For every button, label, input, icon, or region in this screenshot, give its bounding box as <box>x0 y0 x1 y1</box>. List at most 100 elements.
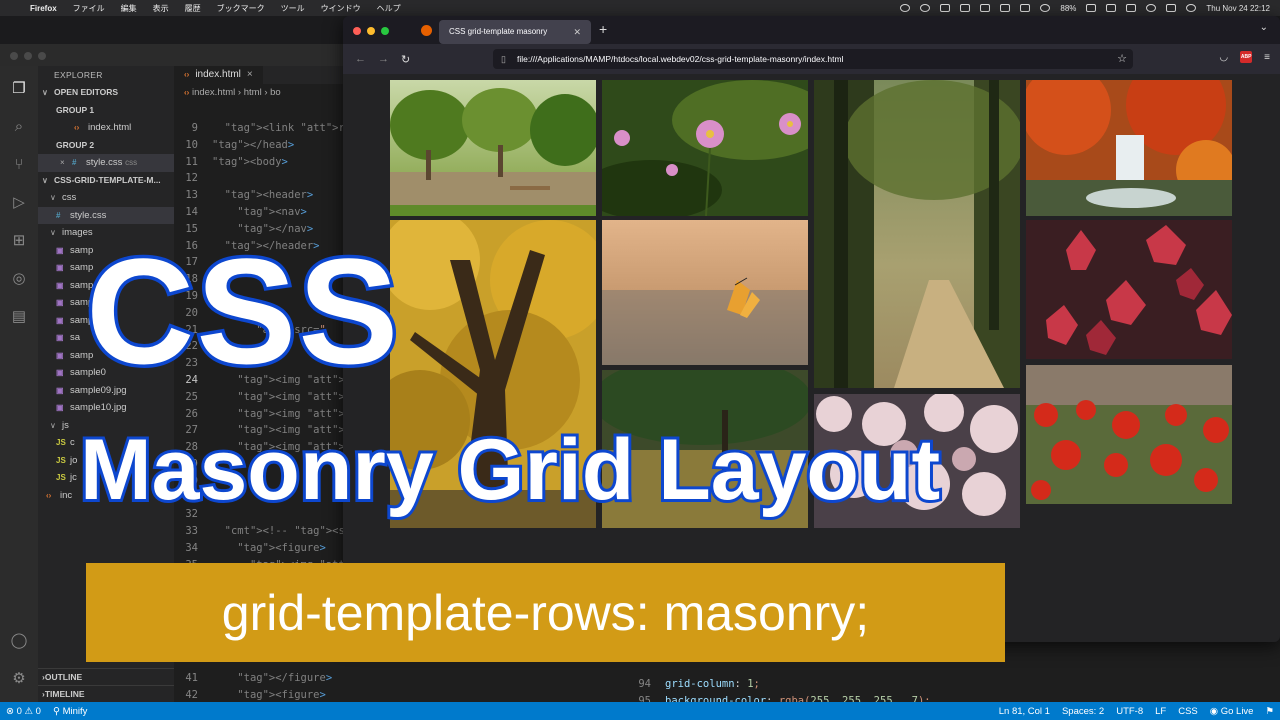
menu-edit[interactable]: 編集 <box>113 3 145 14</box>
indent-setting[interactable]: Spaces: 2 <box>1056 706 1110 717</box>
file-style-css[interactable]: # style.css <box>38 206 174 224</box>
siri-icon[interactable] <box>1186 4 1197 12</box>
line-number: 34 <box>185 541 198 554</box>
overlay-banner-text: grid-template-rows: masonry; <box>221 584 870 641</box>
line-number: 9 <box>191 122 198 134</box>
close-dot[interactable] <box>353 27 361 35</box>
status-bar: ⊗ 0 ⚠ 0 ⚲ Minify Ln 81, Col 1 Spaces: 2 … <box>0 702 1280 720</box>
firefox-icon[interactable] <box>421 25 432 36</box>
battery-icon[interactable] <box>1086 4 1097 12</box>
spotlight-icon[interactable] <box>1146 4 1157 12</box>
language-mode[interactable]: CSS <box>1172 706 1204 717</box>
pocket-icon[interactable]: ◡ <box>1219 52 1228 63</box>
minimize-dot[interactable] <box>24 52 32 60</box>
code-text: "tag"><header> <box>224 189 314 202</box>
menu-app-name[interactable]: Firefox <box>22 4 65 13</box>
css-file-icon: # <box>56 210 61 220</box>
run-debug-icon[interactable]: ▷ <box>10 194 28 212</box>
photo-cosmos <box>602 80 808 216</box>
line-number: 11 <box>185 155 198 168</box>
folder-css[interactable]: ∨ css <box>38 189 174 207</box>
display-icon[interactable] <box>980 4 991 12</box>
problems-indicator[interactable]: ⊗ 0 ⚠ 0 <box>0 706 47 717</box>
browser-tab[interactable]: CSS grid-template masonry ✕ <box>439 20 591 44</box>
open-editor-index-html[interactable]: ‹› index.html <box>38 119 174 137</box>
bookmark-star-icon[interactable]: ☆ <box>1117 49 1127 69</box>
source-control-icon[interactable]: ⑂ <box>10 156 28 174</box>
url-bar[interactable]: ▯ file:///Applications/MAMP/htdocs/local… <box>493 49 1133 69</box>
clock-icon[interactable] <box>1040 4 1051 12</box>
menu-tools[interactable]: ツール <box>273 3 313 14</box>
close-tab-icon[interactable]: ✕ <box>573 20 581 44</box>
page-info-icon[interactable]: ▯ <box>501 49 506 69</box>
go-live-button[interactable]: ◉ Go Live <box>1204 706 1260 717</box>
breadcrumb-file[interactable]: index.html <box>192 87 235 98</box>
menu-hamburger-icon[interactable]: ≡ <box>1264 52 1270 63</box>
overlay-subtitle: Masonry Grid Layout <box>77 419 943 521</box>
firefox-window-controls <box>353 27 389 35</box>
minimize-dot[interactable] <box>367 27 375 35</box>
photo-butterfly <box>602 220 808 365</box>
code-text: "tag"></figure> <box>237 672 333 684</box>
code-text: "tag"><figure> <box>237 541 326 554</box>
notifications-icon[interactable]: ⚑ <box>1259 706 1280 717</box>
explorer-icon[interactable]: ❐ <box>10 80 28 98</box>
cloud-icon[interactable] <box>940 4 951 12</box>
list-all-tabs-icon[interactable]: ⌄ <box>1260 22 1268 33</box>
code-text: "tag"></head> <box>212 138 295 151</box>
creative-cloud-icon[interactable] <box>920 4 931 12</box>
account-icon[interactable]: ◯ <box>10 632 28 650</box>
minify-button[interactable]: ⚲ Minify <box>47 706 93 717</box>
project-folder-header[interactable]: ∨ CSS-GRID-TEMPLATE-M... <box>38 172 174 190</box>
css-line[interactable]: 94 grid-column: 1; <box>629 676 931 693</box>
menu-view[interactable]: 表示 <box>145 3 177 14</box>
toolbar-icons: ◡ ABP ≡ <box>1219 51 1270 63</box>
group-1-header[interactable]: GROUP 1 <box>38 102 174 120</box>
book-icon[interactable]: ▤ <box>10 308 28 326</box>
breadcrumb-body[interactable]: bo <box>270 87 281 98</box>
input-source-icon[interactable] <box>1126 4 1137 12</box>
close-tab-icon[interactable]: × <box>247 66 253 84</box>
menu-help[interactable]: ヘルプ <box>369 3 409 14</box>
cursor-position[interactable]: Ln 81, Col 1 <box>993 706 1056 717</box>
search-icon[interactable]: ⌕ <box>10 118 28 136</box>
html-file-icon: ‹› <box>46 490 52 500</box>
image-file-icon: ▣ <box>56 368 64 377</box>
image-file-icon: ▣ <box>56 350 64 360</box>
timeline-section[interactable]: ›TIMELINE <box>38 685 174 702</box>
zoom-dot[interactable] <box>381 27 389 35</box>
eol[interactable]: LF <box>1149 706 1172 717</box>
settings-gear-icon[interactable]: ⚙ <box>10 670 28 688</box>
record-icon[interactable] <box>900 4 911 12</box>
menu-file[interactable]: ファイル <box>65 3 113 14</box>
wifi-icon[interactable] <box>1106 4 1117 12</box>
encoding[interactable]: UTF-8 <box>1110 706 1149 717</box>
bluetooth-icon[interactable] <box>1020 4 1031 12</box>
extensions-icon[interactable]: ⊞ <box>10 232 28 250</box>
menu-window[interactable]: ウインドウ <box>313 3 369 14</box>
control-center-icon[interactable] <box>1166 4 1177 12</box>
reload-button[interactable]: ↻ <box>401 53 410 66</box>
image-file[interactable]: ▣ sample10.jpg <box>38 399 174 417</box>
close-dot[interactable] <box>10 52 18 60</box>
new-tab-button[interactable]: + <box>599 21 607 37</box>
open-editor-style-css[interactable]: × # style.css css <box>38 154 174 172</box>
forward-button[interactable]: → <box>378 53 389 65</box>
code-line[interactable]: 41 "tag"></figure> <box>174 670 624 687</box>
editor-tab-index-html[interactable]: ‹› index.html × <box>174 66 263 84</box>
back-button[interactable]: ← <box>355 53 366 65</box>
edge-icon[interactable]: ◎ <box>10 270 28 288</box>
photo-forest-path <box>814 80 1020 388</box>
open-editors-header[interactable]: ∨ OPEN EDITORS <box>38 84 174 102</box>
menu-bookmarks[interactable]: ブックマーク <box>209 3 273 14</box>
volume-icon[interactable] <box>1000 4 1011 12</box>
menubar-datetime[interactable]: Thu Nov 24 22:12 <box>1206 4 1270 13</box>
menu-history[interactable]: 履歴 <box>177 3 209 14</box>
adblock-plus-icon[interactable]: ABP <box>1240 51 1253 63</box>
dropbox-icon[interactable] <box>960 4 971 12</box>
outline-section[interactable]: ›OUTLINE <box>38 668 174 685</box>
breadcrumb-html[interactable]: html <box>244 87 262 98</box>
zoom-dot[interactable] <box>38 52 46 60</box>
activity-bar: ❐ ⌕ ⑂ ▷ ⊞ ◎ ▤ ◯ ⚙ <box>0 66 38 702</box>
group-2-header[interactable]: GROUP 2 <box>38 137 174 155</box>
